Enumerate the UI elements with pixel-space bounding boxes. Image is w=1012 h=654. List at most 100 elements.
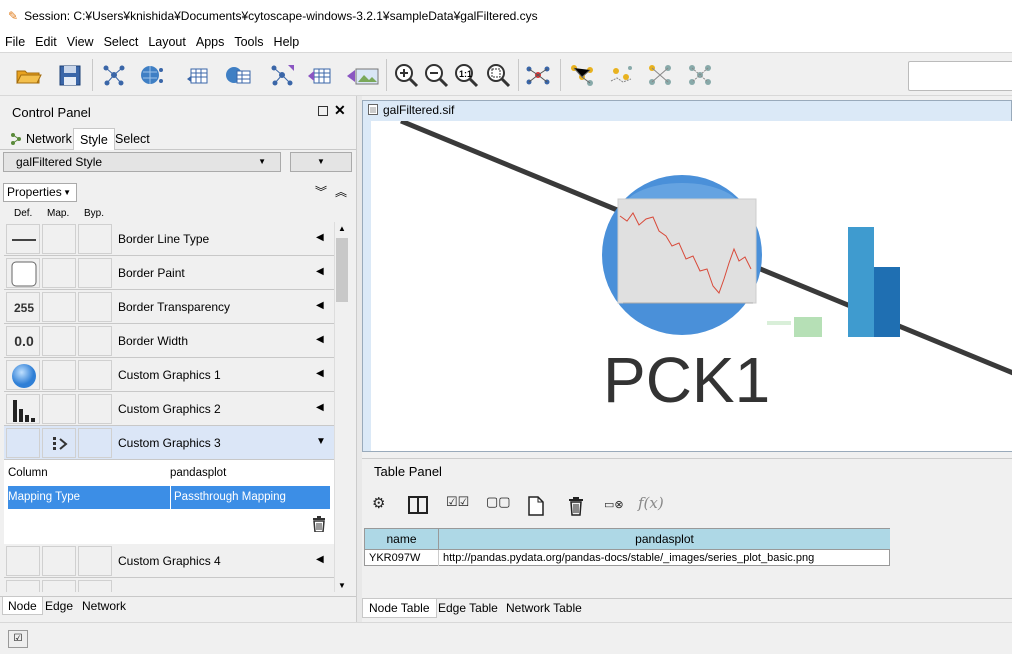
mapping-cell[interactable] [42,258,76,288]
first-neighbors-icon[interactable] [568,61,596,89]
select-all-icon[interactable]: ☑☑ [446,494,469,510]
mapping-type-value[interactable]: Passthrough Mapping [170,486,286,509]
default-cell[interactable] [6,360,40,390]
expand-all-icon[interactable]: ︾ [315,183,327,200]
table-cell[interactable]: YKR097W [365,550,439,566]
property-row-border-line-type[interactable]: Border Line Type ◀ [4,222,334,256]
expand-arrow-icon[interactable]: ◀ [316,300,324,311]
open-folder-icon[interactable] [14,61,42,89]
mapping-cell[interactable] [42,580,76,592]
tab-select[interactable]: Select [109,128,156,150]
property-row-custom-graphics-4[interactable]: Custom Graphics 4 ◀ [4,544,334,578]
style-options-menu[interactable]: ▼ [290,152,352,172]
function-builder-icon[interactable]: f(x) [638,494,664,512]
show-hidden-icon[interactable] [686,61,714,89]
tab-node[interactable]: Node [2,597,43,615]
zoom-out-icon[interactable] [422,61,450,89]
bypass-cell[interactable] [78,428,112,458]
expand-arrow-icon[interactable]: ◀ [316,334,324,345]
mapping-cell[interactable] [42,546,76,576]
tab-edge-table[interactable]: Edge Table [432,599,504,618]
save-icon[interactable] [56,61,84,89]
bypass-cell[interactable] [78,224,112,254]
mapping-cell[interactable] [42,292,76,322]
mapping-cell[interactable] [42,224,76,254]
menu-help[interactable]: Help [269,35,305,49]
bypass-cell[interactable] [78,580,112,592]
default-cell[interactable]: 255 [6,292,40,322]
expand-arrow-icon[interactable]: ◀ [316,368,324,379]
hide-selected-icon[interactable] [608,61,636,89]
table-cell[interactable]: http://pandas.pydata.org/pandas-docs/sta… [439,550,890,566]
property-row-border-transparency[interactable]: 255 Border Transparency ◀ [4,290,334,324]
task-history-icon[interactable]: ☑ [8,630,28,648]
mapping-type-row[interactable]: Mapping Type Passthrough Mapping [8,486,330,509]
apply-layout-icon[interactable] [524,61,552,89]
bypass-cell[interactable] [78,394,112,424]
mapping-column-row[interactable]: Column pandasplot [8,462,330,485]
bypass-cell[interactable] [78,292,112,322]
property-row-custom-graphics-2[interactable]: Custom Graphics 2 ◀ [4,392,334,426]
mapping-cell[interactable] [42,360,76,390]
default-cell[interactable] [6,546,40,576]
default-cell[interactable] [6,428,40,458]
float-panel-icon[interactable] [318,106,328,116]
property-row-custom-graphics-1[interactable]: Custom Graphics 1 ◀ [4,358,334,392]
property-row-partial[interactable] [4,578,334,592]
column-value[interactable]: pandasplot [170,467,226,479]
import-table-web-icon[interactable] [224,61,252,89]
tab-network[interactable]: Network [4,128,78,150]
tab-network-table[interactable]: Network Table [500,599,588,618]
collapse-arrow-icon[interactable]: ▼ [316,436,326,447]
property-row-border-width[interactable]: 0.0 Border Width ◀ [4,324,334,358]
import-network-web-icon[interactable] [138,61,166,89]
collapse-all-icon[interactable]: ︽ [335,183,347,200]
expand-arrow-icon[interactable]: ◀ [316,402,324,413]
import-table-icon[interactable] [184,61,212,89]
scroll-up-icon[interactable]: ▲ [338,224,346,233]
bypass-cell[interactable] [78,360,112,390]
style-selector[interactable]: galFiltered Style ▼ [3,152,281,172]
bypass-cell[interactable] [78,258,112,288]
default-cell[interactable] [6,394,40,424]
property-row-custom-graphics-3[interactable]: Custom Graphics 3 ▼ [4,426,334,460]
tab-edge[interactable]: Edge [40,597,78,615]
columns-icon[interactable] [408,496,428,514]
column-header-pandasplot[interactable]: pandasplot [439,529,890,550]
expand-arrow-icon[interactable]: ◀ [316,554,324,565]
expand-arrow-icon[interactable]: ◀ [316,266,324,277]
menu-layout[interactable]: Layout [143,35,191,49]
zoom-in-icon[interactable] [392,61,420,89]
menu-file[interactable]: File [0,35,30,49]
default-cell[interactable]: 0.0 [6,326,40,356]
gear-icon[interactable]: ⚙ [372,494,385,512]
default-cell[interactable] [6,258,40,288]
bypass-cell[interactable] [78,546,112,576]
property-row-border-paint[interactable]: Border Paint ◀ [4,256,334,290]
zoom-fit-icon[interactable] [484,61,512,89]
delete-column-icon[interactable]: ▭⊗ [604,498,624,511]
close-icon[interactable]: ✕ [334,102,346,119]
tab-node-table[interactable]: Node Table [362,599,437,618]
deselect-all-icon[interactable]: ▢▢ [486,494,511,510]
scroll-thumb[interactable] [336,238,348,302]
bypass-cell[interactable] [78,326,112,356]
column-header-name[interactable]: name [365,529,439,550]
new-column-icon[interactable] [528,496,544,516]
menu-tools[interactable]: Tools [229,35,268,49]
mapping-cell[interactable] [42,326,76,356]
properties-dropdown[interactable]: Properties ▼ [3,183,77,202]
menu-apps[interactable]: Apps [191,35,230,49]
export-network-icon[interactable] [268,61,296,89]
mapping-cell[interactable] [42,428,76,458]
zoom-actual-icon[interactable]: 1:1 [452,61,480,89]
scroll-down-icon[interactable]: ▼ [338,581,346,590]
tab-network-style[interactable]: Network [77,597,131,615]
import-network-icon[interactable] [100,61,128,89]
mapping-cell[interactable] [42,394,76,424]
default-cell[interactable] [6,224,40,254]
menu-view[interactable]: View [62,35,99,49]
export-image-icon[interactable] [346,61,380,89]
expand-arrow-icon[interactable]: ◀ [316,232,324,243]
show-all-icon[interactable] [646,61,674,89]
